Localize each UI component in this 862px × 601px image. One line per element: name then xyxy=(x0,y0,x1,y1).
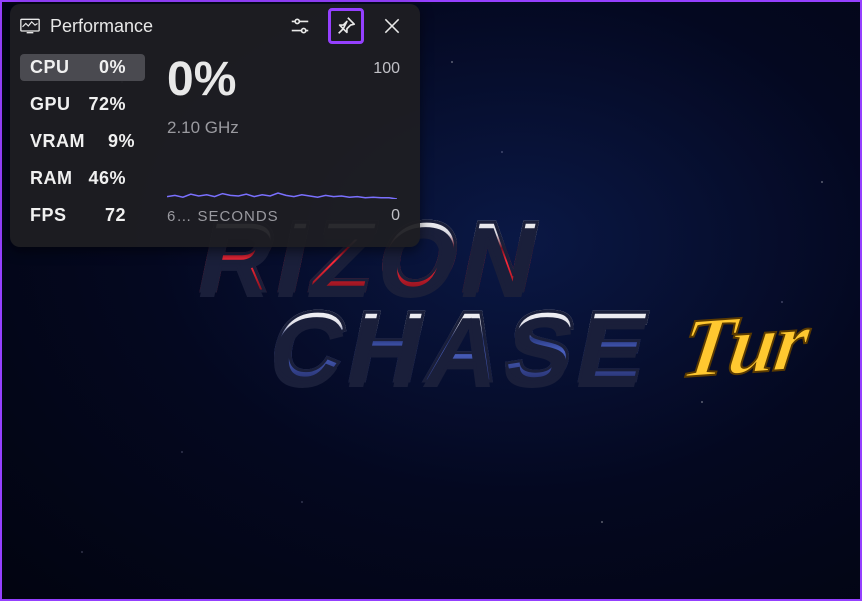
chart-y-min: 0 xyxy=(391,207,400,225)
performance-widget: Performance CPU xyxy=(10,4,420,247)
metric-label: VRAM xyxy=(30,131,85,152)
chart-y-max: 100 xyxy=(373,60,400,78)
close-button[interactable] xyxy=(374,8,410,44)
settings-button[interactable] xyxy=(282,8,318,44)
chart-sub-value: 2.10 GHz xyxy=(167,118,404,138)
sparkline-chart xyxy=(167,139,397,199)
metric-label: CPU xyxy=(30,57,76,78)
performance-title: Performance xyxy=(50,16,272,37)
metric-row-ram[interactable]: RAM 46% xyxy=(20,165,145,192)
performance-monitor-icon xyxy=(20,18,40,34)
chart-x-label: 6… SECONDS xyxy=(167,208,279,225)
sliders-icon xyxy=(289,15,311,37)
metric-value: 72% xyxy=(86,94,126,115)
metric-value: 9% xyxy=(95,131,135,152)
metric-label: RAM xyxy=(30,168,76,189)
metric-label: FPS xyxy=(30,205,76,226)
close-icon xyxy=(382,16,402,36)
metric-value: 46% xyxy=(86,168,126,189)
performance-body: CPU 0% GPU 72% VRAM 9% RAM 46% FPS 72 0%… xyxy=(10,48,420,247)
pin-button[interactable] xyxy=(328,8,364,44)
metrics-list: CPU 0% GPU 72% VRAM 9% RAM 46% FPS 72 xyxy=(20,54,145,229)
chart-main-value: 0% xyxy=(167,56,404,104)
metric-value: 72 xyxy=(86,205,126,226)
metric-row-vram[interactable]: VRAM 9% xyxy=(20,128,145,155)
chart-area: 0% 2.10 GHz 100 0 6… SECONDS xyxy=(167,54,404,229)
metric-row-gpu[interactable]: GPU 72% xyxy=(20,91,145,118)
performance-header: Performance xyxy=(10,4,420,48)
metric-row-fps[interactable]: FPS 72 xyxy=(20,202,145,229)
metric-value: 0% xyxy=(86,57,126,78)
metric-label: GPU xyxy=(30,94,76,115)
pin-icon xyxy=(335,15,357,37)
metric-row-cpu[interactable]: CPU 0% xyxy=(20,54,145,81)
